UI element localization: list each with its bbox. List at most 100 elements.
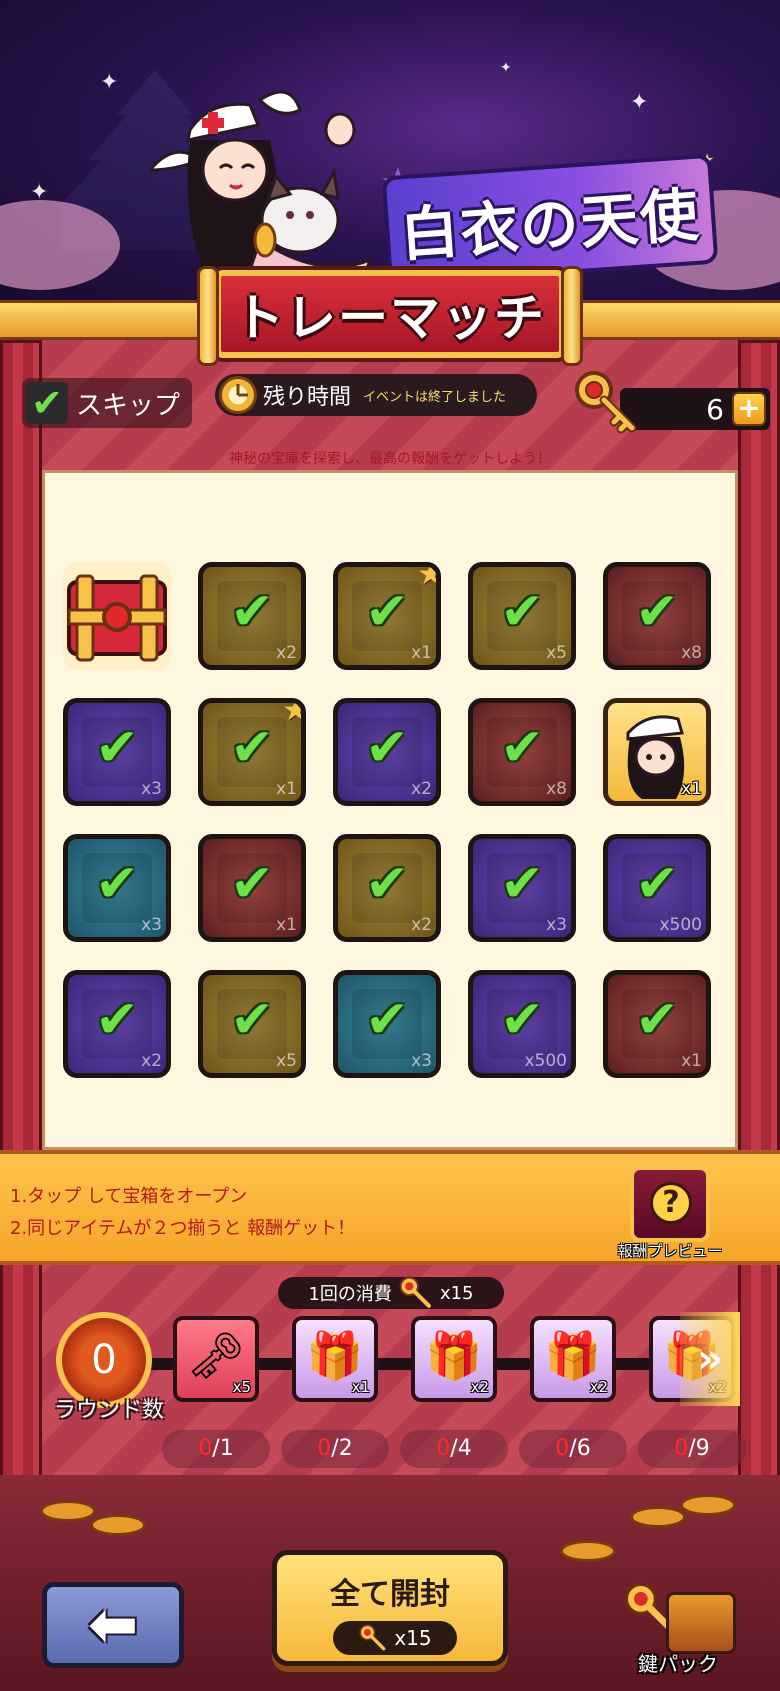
tile-gold-lit[interactable]: x1 [603, 698, 711, 806]
scroll-right-chevron-icon[interactable]: » [680, 1312, 740, 1406]
open-all-label: 全て開封 [330, 1577, 450, 1612]
open-all-cost-value: x15 [394, 1626, 432, 1650]
tile-chest-closed[interactable] [63, 562, 171, 670]
back-button[interactable]: ⬅ [42, 1582, 184, 1668]
tile-purple[interactable]: ✔ x3 [468, 834, 576, 942]
tile-quantity: x5 [276, 1051, 297, 1071]
gift-box-reward[interactable]: 🎁 x1 [292, 1316, 378, 1402]
sparkle-icon: ✦ [100, 70, 119, 95]
tile-gold[interactable]: ✔ x5 [198, 970, 306, 1078]
tile-quantity: x8 [681, 643, 702, 663]
tile-quantity: x5 [546, 643, 567, 663]
cost-per-round: 1回の消費 x15 [278, 1276, 504, 1309]
tile-red[interactable]: ✔ x8 [468, 698, 576, 806]
matched-check-icon: ✔ [500, 854, 544, 915]
checkbox-checked-icon[interactable]: ✔ [26, 382, 68, 424]
gift-box-icon: 🎁 [306, 1328, 364, 1383]
coin-decoration [680, 1494, 736, 1516]
tile-quantity: x1 [411, 643, 432, 663]
cost-quantity: x15 [439, 1282, 474, 1304]
tile-purple[interactable]: ✔ x2 [63, 970, 171, 1078]
tile-red[interactable]: ✔ x8 [603, 562, 711, 670]
gift-box-reward[interactable]: 🎁x2 [411, 1316, 497, 1402]
tile-purple[interactable]: ✔ x3 [63, 698, 171, 806]
tile-quantity: x500 [659, 915, 702, 935]
matched-check-icon: ✔ [365, 582, 409, 643]
subtitle: 神秘の宝庫を探索し、最高の報酬をゲットしよう！ [229, 451, 551, 467]
tile-quantity: x8 [546, 779, 567, 799]
curtain-left [0, 340, 42, 1520]
matched-check-icon: ✔ [230, 718, 274, 779]
tile-purple[interactable]: ✔ x500 [468, 970, 576, 1078]
matched-check-icon: ✔ [365, 718, 409, 779]
tile-gold[interactable]: ✔ x2 [333, 834, 441, 942]
sparkle-icon: ✦ [30, 180, 49, 205]
timer-status: イベントは終了しました [363, 389, 507, 405]
progress-max: /4 [450, 1436, 472, 1461]
clock-icon [219, 376, 257, 414]
tile-quantity: x3 [141, 779, 162, 799]
matched-check-icon: ✔ [95, 990, 139, 1051]
matched-check-icon: ✔ [635, 582, 679, 643]
progress-max: /2 [331, 1436, 353, 1461]
tile-gold[interactable]: ✔ x2 [198, 562, 306, 670]
skip-toggle[interactable]: ✔ スキップ [22, 378, 192, 428]
progress-current: 0 [317, 1436, 332, 1461]
progress-current: 0 [436, 1436, 451, 1461]
remaining-time-box: 残り時間 イベントは終了しました [215, 374, 537, 416]
tile-gold[interactable]: ✔ x5 [468, 562, 576, 670]
reward-preview-button[interactable]: ? 報酬プレビュー [590, 1160, 750, 1270]
curtain-right [738, 340, 780, 1520]
matched-check-icon: ✔ [500, 582, 544, 643]
round-count-value: 0 [91, 1337, 117, 1383]
progress-max: /1 [212, 1436, 234, 1461]
coin-decoration [90, 1514, 146, 1536]
back-arrow-icon: ⬅ [87, 1590, 139, 1660]
timer-label: 残り時間 [263, 385, 352, 410]
matched-check-icon: ✔ [95, 854, 139, 915]
reward-quantity: x2 [589, 1378, 608, 1396]
matched-check-icon: ✔ [500, 718, 544, 779]
instruction-line-1: 1.タップ して宝箱をオープン [10, 1186, 248, 1207]
golden-key-icon [575, 371, 637, 434]
matched-check-icon: ✔ [635, 990, 679, 1051]
star-icon: ★ [282, 703, 301, 728]
progress-current: 0 [555, 1436, 570, 1461]
round-progress: 0/4 [400, 1430, 508, 1468]
tile-quantity: x2 [411, 915, 432, 935]
tile-red[interactable]: ✔ x1 [603, 970, 711, 1078]
tile-teal[interactable]: ✔ x3 [63, 834, 171, 942]
tile-quantity: x3 [411, 1051, 432, 1071]
tile-purple[interactable]: ✔ x500 [603, 834, 711, 942]
open-all-button[interactable]: 全て開封 x15 [272, 1550, 508, 1666]
round-progress: 0/6 [519, 1430, 627, 1468]
tile-purple[interactable]: ✔ x2 [333, 698, 441, 806]
page-title: トレーマッチ [234, 289, 546, 347]
pink-key-reward[interactable]: 🗝 x5 [173, 1316, 259, 1402]
open-all-cost: x15 [333, 1621, 457, 1655]
tile-teal[interactable]: ✔ x3 [333, 970, 441, 1078]
progress-max: /6 [569, 1436, 591, 1461]
coin-decoration [560, 1540, 616, 1562]
gift-box-icon: 🎁 [425, 1328, 483, 1383]
tile-quantity: x3 [546, 915, 567, 935]
tile-gold[interactable]: ✔ ★ x1 [198, 698, 306, 806]
golden-key-icon [359, 1624, 386, 1651]
add-keys-button[interactable]: + [732, 392, 766, 426]
tile-red[interactable]: ✔ x1 [198, 834, 306, 942]
tile-quantity: x3 [141, 915, 162, 935]
key-counter: 6 + [620, 388, 770, 430]
gift-box-icon: 🎁 [544, 1328, 602, 1383]
sparkle-icon: ✦ [630, 90, 649, 115]
tile-gold[interactable]: ✔ ★ x1 [333, 562, 441, 670]
pillar-right [561, 266, 583, 366]
gift-box-reward[interactable]: 🎁x2 [530, 1316, 616, 1402]
key-pack-button[interactable]: 鍵パック [618, 1580, 748, 1680]
matched-check-icon: ✔ [230, 582, 274, 643]
reward-quantity: x5 [232, 1378, 251, 1396]
matched-check-icon: ✔ [95, 718, 139, 779]
star-icon: ★ [417, 567, 436, 592]
closed-chest-icon [67, 574, 167, 662]
progress-max: /9 [688, 1436, 710, 1461]
progress-current: 0 [198, 1436, 213, 1461]
